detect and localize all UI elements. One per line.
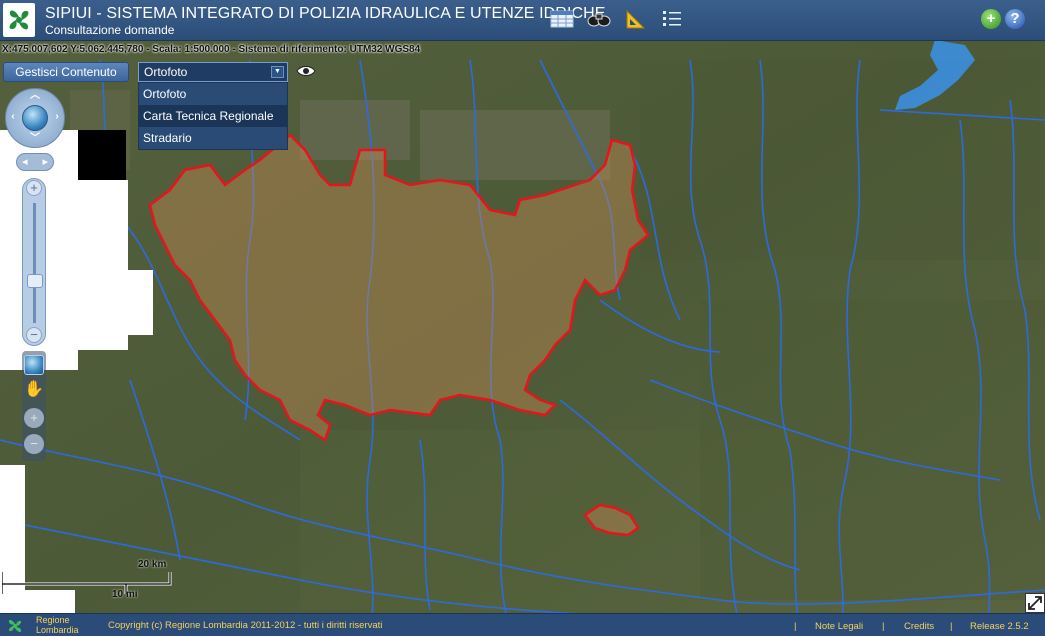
rotate-left-icon[interactable]: ◂ — [22, 155, 28, 168]
basemap-option-ctr[interactable]: Carta Tecnica Regionale — [139, 105, 287, 127]
pan-left-icon[interactable]: ‹ — [7, 111, 19, 123]
footer-org-name: Regione Lombardia — [36, 615, 79, 635]
footer-org-line1: Regione — [36, 615, 70, 625]
table-icon[interactable] — [550, 8, 574, 30]
pan-down-icon[interactable]: ﹀ — [29, 133, 41, 145]
basemap-option-stradario[interactable]: Stradario — [139, 127, 287, 149]
footer-org-line2: Lombardia — [36, 625, 79, 635]
help-icon[interactable]: ? — [1005, 9, 1025, 29]
footer-release: Release 2.5.2 — [970, 621, 1029, 632]
scale-mi-label: 10 mi — [112, 589, 138, 600]
footer-copyright: Copyright (c) Regione Lombardia 2011-201… — [108, 620, 383, 631]
pan-up-icon[interactable]: ︿ — [29, 90, 41, 102]
footer-separator: | — [950, 621, 953, 632]
footer-link-note-legali[interactable]: Note Legali — [815, 621, 863, 632]
zoom-thumb[interactable] — [27, 274, 43, 288]
basemap-select[interactable]: Ortofoto ▼ — [138, 62, 288, 82]
full-extent-globe-icon[interactable] — [24, 355, 44, 375]
footer-link-credits[interactable]: Credits — [904, 621, 934, 632]
globe-icon[interactable] — [22, 105, 48, 131]
zoom-box-minus-icon[interactable]: − — [24, 434, 44, 454]
regione-lombardia-footer-logo — [3, 616, 33, 636]
basemap-select-value: Ortofoto — [144, 65, 188, 79]
scale-km-label: 20 km — [138, 559, 167, 570]
add-icon[interactable]: + — [981, 9, 1001, 29]
footer-separator: | — [794, 621, 797, 632]
regione-lombardia-logo — [3, 3, 35, 37]
app-title: SIPIUI - SISTEMA INTEGRATO DI POLIZIA ID… — [45, 5, 606, 22]
coordinate-readout: X:475.007,602 Y:5.062.445,780 - Scala: 1… — [2, 44, 421, 55]
no-data-area — [128, 270, 153, 335]
app-subtitle: Consultazione domande — [45, 23, 175, 37]
fullscreen-icon[interactable] — [1025, 593, 1045, 613]
basemap-dropdown: Ortofoto Carta Tecnica Regionale Stradar… — [138, 82, 288, 150]
chevron-down-icon[interactable]: ▼ — [271, 66, 284, 78]
manage-content-button[interactable]: Gestisci Contenuto — [3, 62, 129, 82]
app-footer: Regione Lombardia Copyright (c) Regione … — [0, 613, 1045, 636]
list-icon[interactable] — [660, 8, 684, 30]
hand-icon[interactable]: ✋ — [24, 380, 44, 400]
pan-right-icon[interactable]: › — [51, 111, 63, 123]
zoom-box-plus-icon[interactable]: + — [24, 408, 44, 428]
no-data-dark — [78, 130, 126, 180]
zoom-track[interactable] — [33, 203, 36, 323]
zoom-plus-icon[interactable]: + — [26, 180, 42, 196]
binoculars-icon[interactable] — [587, 8, 611, 30]
app-header: SIPIUI - SISTEMA INTEGRATO DI POLIZIA ID… — [0, 0, 1045, 41]
zoom-minus-icon[interactable]: − — [26, 327, 42, 343]
rotate-right-icon[interactable]: ▸ — [42, 155, 48, 168]
ruler-icon[interactable] — [624, 8, 648, 30]
rotate-control[interactable]: ◂ ▸ — [16, 153, 54, 171]
eye-icon[interactable] — [296, 64, 316, 78]
no-data-area — [78, 180, 128, 350]
footer-separator: | — [882, 621, 885, 632]
basemap-option-ortofoto[interactable]: Ortofoto — [139, 83, 287, 105]
